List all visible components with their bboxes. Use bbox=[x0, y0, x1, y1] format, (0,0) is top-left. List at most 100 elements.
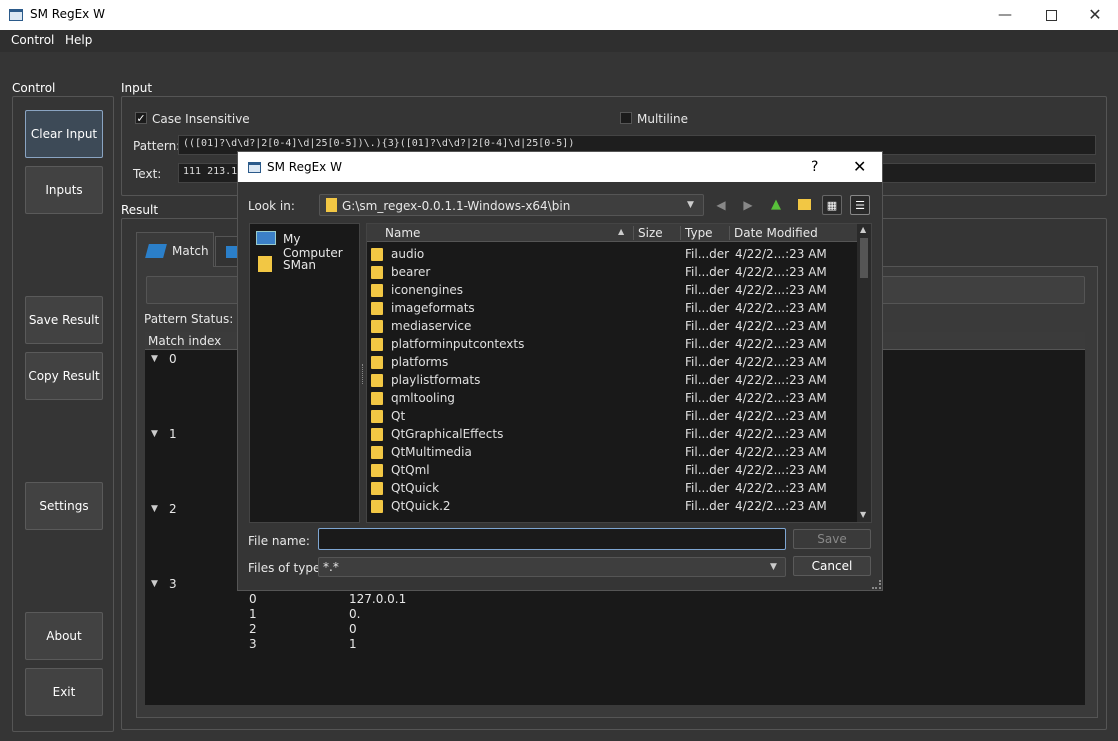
folder-icon bbox=[371, 392, 383, 405]
inputs-button[interactable]: Inputs bbox=[25, 166, 103, 214]
files-of-type-combo[interactable]: *.* ▼ bbox=[318, 557, 786, 577]
save-result-button[interactable]: Save Result bbox=[25, 296, 103, 344]
multiline-label: Multiline bbox=[637, 112, 688, 126]
multiline-checkbox[interactable] bbox=[620, 112, 632, 124]
back-icon[interactable]: ◀ bbox=[711, 195, 731, 215]
file-row[interactable]: QtQuick.2 Fil...der 4/22/2...:23 AM bbox=[367, 497, 857, 515]
scroll-down-icon[interactable]: ▼ bbox=[860, 510, 866, 519]
file-row[interactable]: QtMultimedia Fil...der 4/22/2...:23 AM bbox=[367, 443, 857, 461]
look-in-combo[interactable]: G:\sm_regex-0.0.1.1-Windows-x64\bin ▼ bbox=[319, 194, 704, 216]
file-date: 4/22/2...:23 AM bbox=[735, 301, 827, 315]
file-date: 4/22/2...:23 AM bbox=[735, 409, 827, 423]
input-group-label: Input bbox=[121, 81, 153, 95]
scroll-thumb[interactable] bbox=[860, 238, 868, 278]
about-button[interactable]: About bbox=[25, 612, 103, 660]
tree-item-2[interactable]: 2 bbox=[169, 502, 177, 516]
group-row-3-index: 3 bbox=[249, 637, 257, 651]
folder-icon bbox=[371, 500, 383, 513]
window-title: SM RegEx W bbox=[30, 7, 105, 21]
column-size[interactable]: Size bbox=[633, 226, 663, 240]
tab-match-label: Match bbox=[172, 244, 209, 258]
tree-item-1[interactable]: 1 bbox=[169, 427, 177, 441]
file-name: bearer bbox=[391, 265, 431, 279]
file-date: 4/22/2...:23 AM bbox=[735, 427, 827, 441]
dialog-close-icon[interactable]: ✕ bbox=[853, 157, 866, 176]
file-row[interactable]: imageformats Fil...der 4/22/2...:23 AM bbox=[367, 299, 857, 317]
case-insensitive-checkbox[interactable]: ✓ bbox=[135, 112, 147, 124]
file-name: QtQml bbox=[391, 463, 430, 477]
file-row[interactable]: qmltooling Fil...der 4/22/2...:23 AM bbox=[367, 389, 857, 407]
place-sman[interactable]: SMan bbox=[254, 254, 358, 276]
save-button[interactable]: Save bbox=[793, 529, 871, 549]
file-type: Fil...der bbox=[685, 463, 730, 477]
dialog-title: SM RegEx W bbox=[267, 160, 342, 174]
folder-icon bbox=[371, 338, 383, 351]
maximize-icon[interactable] bbox=[1028, 0, 1074, 30]
file-row[interactable]: mediaservice Fil...der 4/22/2...:23 AM bbox=[367, 317, 857, 335]
file-type: Fil...der bbox=[685, 301, 730, 315]
file-date: 4/22/2...:23 AM bbox=[735, 481, 827, 495]
places-sidebar: My Computer SMan bbox=[249, 223, 360, 523]
files-of-type-value: *.* bbox=[323, 560, 339, 574]
resize-grip-icon[interactable] bbox=[872, 580, 881, 589]
scroll-up-icon[interactable]: ▲ bbox=[860, 225, 866, 234]
expand-1-icon[interactable]: ▼ bbox=[151, 429, 158, 439]
folder-icon bbox=[371, 428, 383, 441]
file-name: mediaservice bbox=[391, 319, 472, 333]
expand-2-icon[interactable]: ▼ bbox=[151, 504, 158, 514]
settings-button[interactable]: Settings bbox=[25, 482, 103, 530]
copy-result-button[interactable]: Copy Result bbox=[25, 352, 103, 400]
menu-control[interactable]: Control bbox=[11, 33, 54, 47]
close-icon[interactable]: ✕ bbox=[1072, 0, 1118, 30]
file-list-scrollbar[interactable]: ▲ ▼ bbox=[857, 224, 871, 522]
result-group-label: Result bbox=[121, 203, 159, 217]
folder-icon bbox=[371, 302, 383, 315]
file-date: 4/22/2...:23 AM bbox=[735, 337, 827, 351]
list-view-icon[interactable]: ▦ bbox=[822, 195, 842, 215]
file-type: Fil...der bbox=[685, 499, 730, 513]
file-row[interactable]: bearer Fil...der 4/22/2...:23 AM bbox=[367, 263, 857, 281]
file-type: Fil...der bbox=[685, 247, 730, 261]
file-row[interactable]: Qt Fil...der 4/22/2...:23 AM bbox=[367, 407, 857, 425]
tree-item-0[interactable]: 0 bbox=[169, 352, 177, 366]
file-type: Fil...der bbox=[685, 373, 730, 387]
column-date[interactable]: Date Modified bbox=[729, 226, 818, 240]
match-index-header: Match index bbox=[148, 334, 222, 348]
file-row[interactable]: QtGraphicalEffects Fil...der 4/22/2...:23 … bbox=[367, 425, 857, 443]
minimize-icon[interactable]: — bbox=[982, 0, 1028, 30]
expand-0-icon[interactable]: ▼ bbox=[151, 354, 158, 364]
place-my-computer[interactable]: My Computer bbox=[254, 228, 358, 260]
column-type[interactable]: Type bbox=[680, 226, 713, 240]
detail-view-icon[interactable]: ☰ bbox=[850, 195, 870, 215]
forward-icon[interactable]: ▶ bbox=[738, 195, 758, 215]
cancel-button[interactable]: Cancel bbox=[793, 556, 871, 576]
tab-match[interactable]: Match bbox=[136, 232, 214, 267]
splitter-handle[interactable] bbox=[362, 364, 365, 384]
file-date: 4/22/2...:23 AM bbox=[735, 463, 827, 477]
expand-3-icon[interactable]: ▼ bbox=[151, 579, 158, 589]
file-row[interactable]: playlistformats Fil...der 4/22/2...:23 AM bbox=[367, 371, 857, 389]
save-file-dialog: SM RegEx W ? ✕ Look in: G:\sm_regex-0.0.… bbox=[237, 151, 883, 591]
parent-directory-icon[interactable]: ▲ bbox=[766, 195, 786, 215]
new-folder-icon[interactable] bbox=[794, 195, 814, 215]
title-bar: SM RegEx W — ✕ bbox=[0, 0, 1118, 30]
file-date: 4/22/2...:23 AM bbox=[735, 391, 827, 405]
group-row-0-value: 127.0.0.1 bbox=[349, 592, 407, 606]
file-date: 4/22/2...:23 AM bbox=[735, 445, 827, 459]
file-row[interactable]: platforminputcontexts Fil...der 4/22/2...:… bbox=[367, 335, 857, 353]
tree-item-3[interactable]: 3 bbox=[169, 577, 177, 591]
file-row[interactable]: platforms Fil...der 4/22/2...:23 AM bbox=[367, 353, 857, 371]
file-row[interactable]: audio Fil...der 4/22/2...:23 AM bbox=[367, 245, 857, 263]
dialog-help-icon[interactable]: ? bbox=[811, 159, 818, 175]
exit-button[interactable]: Exit bbox=[25, 668, 103, 716]
column-name[interactable]: Name bbox=[385, 226, 420, 240]
folder-icon bbox=[371, 356, 383, 369]
file-row[interactable]: iconengines Fil...der 4/22/2...:23 AM bbox=[367, 281, 857, 299]
file-row[interactable]: QtQuick Fil...der 4/22/2...:23 AM bbox=[367, 479, 857, 497]
folder-icon bbox=[371, 410, 383, 423]
menu-bar: Control Help bbox=[0, 30, 1118, 52]
clear-input-button[interactable]: Clear Input bbox=[25, 110, 103, 158]
file-name-input[interactable] bbox=[318, 528, 786, 550]
file-row[interactable]: QtQml Fil...der 4/22/2...:23 AM bbox=[367, 461, 857, 479]
menu-help[interactable]: Help bbox=[65, 33, 92, 47]
